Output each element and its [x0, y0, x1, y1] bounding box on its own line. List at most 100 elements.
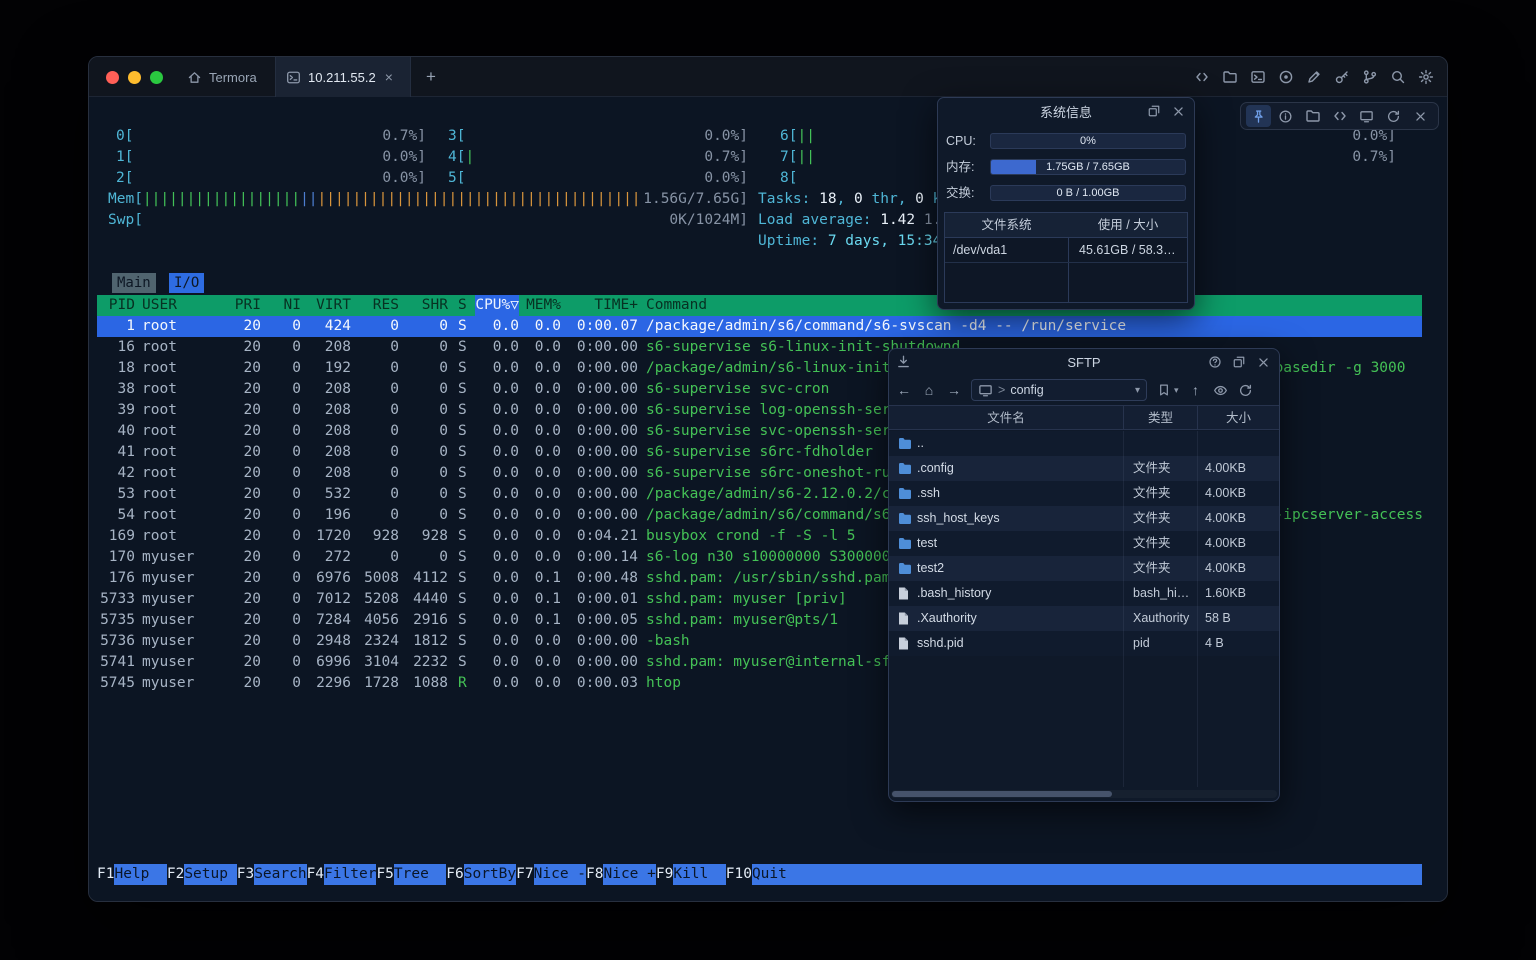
close-tab-icon[interactable]: × — [385, 69, 393, 85]
cell-cmd: busybox crond -f -S -l 5 — [646, 526, 856, 547]
fkey-f10[interactable]: F10 — [726, 864, 752, 885]
help-icon[interactable] — [1208, 355, 1222, 369]
column-user[interactable]: USER — [142, 295, 222, 316]
scrollbar-thumb[interactable] — [892, 791, 1112, 797]
column-type[interactable]: 类型 — [1123, 406, 1197, 430]
refresh-icon[interactable] — [1381, 105, 1406, 127]
htop-tab-main[interactable]: Main — [112, 273, 156, 293]
open-in-window-icon[interactable] — [1147, 104, 1161, 118]
cell-s: S — [458, 400, 472, 421]
open-in-window-icon[interactable] — [1232, 355, 1246, 369]
file-row[interactable]: test2文件夹4.00KB — [889, 556, 1279, 581]
folder-icon[interactable] — [1300, 105, 1325, 127]
fkey-label[interactable]: Nice - — [534, 864, 586, 885]
record-icon[interactable] — [1278, 69, 1294, 85]
fkey-f5[interactable]: F5 — [376, 864, 393, 885]
cell-s: S — [458, 652, 472, 673]
file-row[interactable]: .XauthorityXauthority58 B — [889, 606, 1279, 631]
file-row[interactable]: .bash_historybash_hi…1.60KB — [889, 581, 1279, 606]
home-icon[interactable]: ⌂ — [921, 382, 937, 398]
column-time[interactable]: TIME+ — [561, 295, 638, 316]
sysinfo-cpu-row: CPU:0% — [946, 133, 1186, 149]
file-row[interactable]: .config文件夹4.00KB — [889, 456, 1279, 481]
fkey-label[interactable]: Filter — [324, 864, 376, 885]
column-filename[interactable]: 文件名 — [889, 406, 1123, 430]
code-icon[interactable] — [1194, 69, 1210, 85]
fkey-label[interactable]: Search — [254, 864, 306, 885]
bookmark-icon[interactable] — [1156, 383, 1172, 397]
info-icon[interactable] — [1273, 105, 1298, 127]
column-size[interactable]: 大小 — [1197, 406, 1279, 430]
fkey-label[interactable]: SortBy — [464, 864, 516, 885]
monitor-icon[interactable] — [1354, 105, 1379, 127]
show-hidden-icon[interactable] — [1213, 383, 1229, 398]
fkey-label[interactable]: Nice + — [603, 864, 655, 885]
fkey-label[interactable]: Quit — [752, 864, 804, 885]
minimize-window-button[interactable] — [128, 71, 141, 84]
fkey-f6[interactable]: F6 — [446, 864, 463, 885]
fkey-f8[interactable]: F8 — [586, 864, 603, 885]
folder-icon[interactable] — [1222, 69, 1238, 85]
column-pid[interactable]: PID — [97, 295, 135, 316]
column-shr[interactable]: SHR — [399, 295, 448, 316]
forward-icon[interactable]: → — [946, 382, 962, 398]
code-icon[interactable] — [1327, 105, 1352, 127]
cell-mem: 0.0 — [517, 484, 561, 505]
process-table-header[interactable]: PIDUSERPRINIVIRTRESSHRSCPU%▽MEM%TIME+Com… — [97, 295, 1422, 316]
cell-pri: 20 — [225, 316, 261, 337]
fkey-f7[interactable]: F7 — [516, 864, 533, 885]
swap-meter: Swp[0K/1024M] — [108, 210, 748, 231]
fkey-label[interactable]: Tree — [394, 864, 446, 885]
file-row[interactable]: .. — [889, 431, 1279, 456]
close-panel-icon[interactable] — [1171, 104, 1186, 119]
process-row[interactable]: 1root20042400S0.00.00:00.07/package/admi… — [97, 316, 1422, 337]
fkey-label[interactable]: Help — [114, 864, 166, 885]
log-icon[interactable] — [1250, 69, 1266, 85]
download-icon[interactable] — [896, 354, 911, 369]
close-icon[interactable] — [1408, 105, 1433, 127]
column-s[interactable]: S — [458, 295, 472, 316]
path-selector[interactable]: > config ▾ — [971, 379, 1147, 401]
htop-tab-io[interactable]: I/O — [169, 273, 204, 293]
pin-icon[interactable] — [1246, 105, 1271, 127]
column-ni[interactable]: NI — [265, 295, 301, 316]
maximize-window-button[interactable] — [150, 71, 163, 84]
file-row[interactable]: test文件夹4.00KB — [889, 531, 1279, 556]
sftp-toolbar: ← ⌂ → > config ▾ ▾ ↑ — [889, 375, 1279, 405]
search-icon[interactable] — [1390, 69, 1406, 85]
dropdown-caret-icon[interactable]: ▾ — [1135, 385, 1140, 396]
file-row[interactable]: .ssh文件夹4.00KB — [889, 481, 1279, 506]
fkey-f9[interactable]: F9 — [656, 864, 673, 885]
back-icon[interactable]: ← — [896, 382, 912, 398]
file-table-header[interactable]: 文件名 类型 大小 — [889, 405, 1279, 430]
function-key-bar[interactable]: F1Help F2Setup F3SearchF4FilterF5Tree F6… — [97, 864, 1422, 885]
fkey-f1[interactable]: F1 — [97, 864, 114, 885]
fkey-f4[interactable]: F4 — [307, 864, 324, 885]
new-tab-button[interactable]: + — [419, 65, 443, 89]
edit-icon[interactable] — [1306, 69, 1322, 85]
tab-home[interactable]: Termora — [177, 57, 267, 97]
fkey-f3[interactable]: F3 — [237, 864, 254, 885]
refresh-icon[interactable] — [1238, 383, 1254, 398]
column-pri[interactable]: PRI — [225, 295, 261, 316]
fkey-f2[interactable]: F2 — [167, 864, 184, 885]
key-icon[interactable] — [1334, 69, 1350, 85]
close-window-button[interactable] — [106, 71, 119, 84]
column-mem[interactable]: MEM% — [517, 295, 561, 316]
tab-ssh-session[interactable]: 10.211.55.2 × — [275, 57, 411, 97]
column-virt[interactable]: VIRT — [303, 295, 351, 316]
parent-dir-icon[interactable]: ↑ — [1188, 382, 1204, 398]
fkey-label[interactable]: Setup — [184, 864, 236, 885]
file-row[interactable]: ssh_host_keys文件夹4.00KB — [889, 506, 1279, 531]
close-window-icon[interactable] — [1256, 355, 1271, 370]
fkey-label[interactable]: Kill — [673, 864, 725, 885]
column-res[interactable]: RES — [351, 295, 399, 316]
bookmark-caret-icon[interactable]: ▾ — [1174, 385, 1179, 396]
settings-icon[interactable] — [1418, 69, 1434, 85]
horizontal-scrollbar[interactable] — [891, 790, 1277, 798]
file-type: pid — [1133, 631, 1150, 656]
file-row[interactable]: sshd.pidpid4 B — [889, 631, 1279, 656]
home-tab-label: Termora — [209, 70, 257, 85]
column-cpu[interactable]: CPU%▽ — [475, 295, 519, 316]
keymap-icon[interactable] — [1362, 69, 1378, 85]
